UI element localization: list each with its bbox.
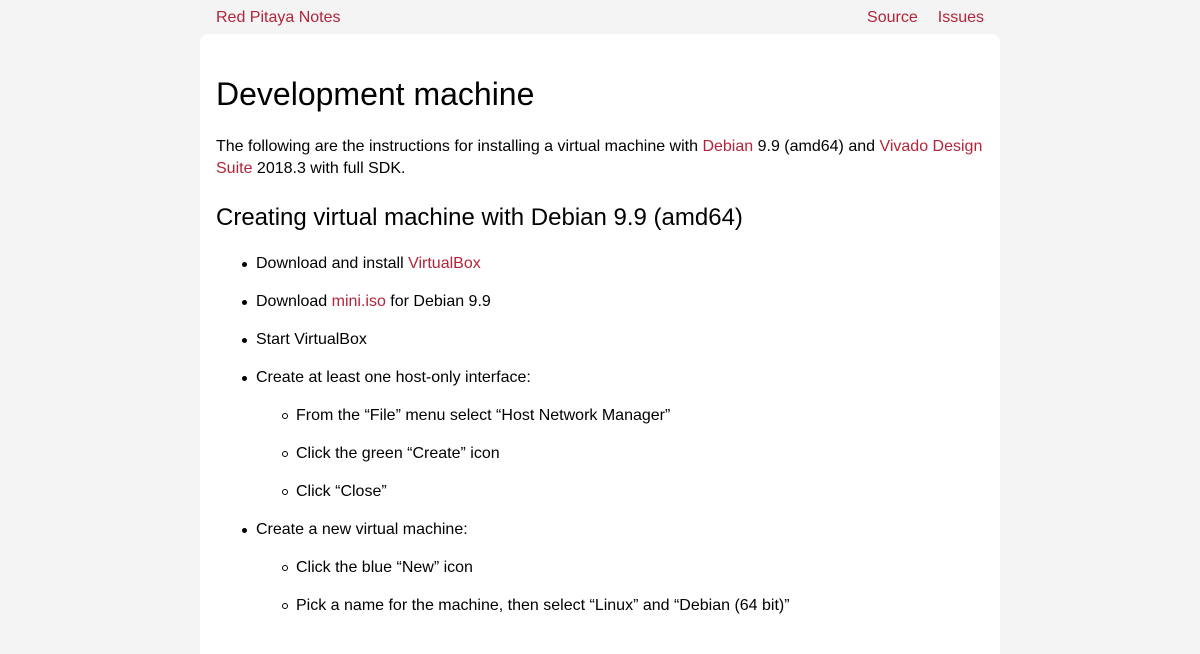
sub-list-item-text: Pick a name for the machine, then select… bbox=[296, 597, 790, 614]
sub-list-item: Click “Close” bbox=[282, 482, 387, 502]
nav-source-link[interactable]: Source bbox=[867, 8, 918, 28]
sub-list-item-text: Click the blue “New” icon bbox=[296, 559, 473, 576]
sub-list-item: From the “File” menu select “Host Networ… bbox=[282, 406, 671, 426]
sub-list-item-text: Click the green “Create” icon bbox=[296, 445, 500, 462]
circle-bullet-icon bbox=[282, 413, 288, 419]
list-item-text: Download and install bbox=[256, 255, 409, 272]
sub-list-item: Click the blue “New” icon bbox=[282, 558, 473, 578]
sub-list-item: Click the green “Create” icon bbox=[282, 444, 500, 464]
list-item: Start VirtualBox bbox=[242, 330, 367, 350]
content-card: Development machine The following are th… bbox=[200, 34, 1000, 654]
bullet-icon bbox=[242, 528, 247, 533]
sub-list-item-text: Click “Close” bbox=[296, 483, 387, 500]
debian-link[interactable]: Debian bbox=[702, 138, 753, 155]
list-item: Download and install VirtualBox bbox=[242, 254, 481, 274]
top-nav: Source Issues bbox=[867, 8, 984, 28]
list-item-text: Create at least one host-only interface: bbox=[256, 369, 531, 386]
list-item: Create at least one host-only interface: bbox=[242, 368, 531, 388]
list-item-text: Start VirtualBox bbox=[256, 331, 367, 348]
bullet-icon bbox=[242, 262, 247, 267]
nav-issues-link[interactable]: Issues bbox=[938, 8, 984, 28]
intro-text-1: The following are the instructions for i… bbox=[216, 138, 703, 155]
intro-text-3: 2018.3 with full SDK. bbox=[252, 160, 406, 177]
list-item: Download mini.iso for Debian 9.9 bbox=[242, 292, 491, 312]
bullet-icon bbox=[242, 338, 247, 343]
mini-iso-link[interactable]: mini.iso bbox=[332, 293, 386, 310]
intro-paragraph: The following are the instructions for i… bbox=[216, 136, 984, 180]
page-title: Development machine bbox=[216, 76, 535, 112]
bullet-icon bbox=[242, 300, 247, 305]
sub-list-item: Pick a name for the machine, then select… bbox=[282, 596, 790, 616]
list-item-text: for Debian 9.9 bbox=[385, 293, 491, 310]
site-brand-link[interactable]: Red Pitaya Notes bbox=[216, 8, 341, 28]
list-item-text: Download bbox=[256, 293, 332, 310]
circle-bullet-icon bbox=[282, 603, 288, 609]
virtualbox-link[interactable]: VirtualBox bbox=[408, 255, 481, 272]
circle-bullet-icon bbox=[282, 451, 288, 457]
section-heading: Creating virtual machine with Debian 9.9… bbox=[216, 204, 743, 231]
list-item-text: Create a new virtual machine: bbox=[256, 521, 468, 538]
bullet-icon bbox=[242, 376, 247, 381]
circle-bullet-icon bbox=[282, 489, 288, 495]
circle-bullet-icon bbox=[282, 565, 288, 571]
top-bar: Red Pitaya Notes Source Issues bbox=[0, 0, 1200, 34]
sub-list-item-text: From the “File” menu select “Host Networ… bbox=[296, 407, 671, 424]
list-item: Create a new virtual machine: bbox=[242, 520, 468, 540]
intro-text-2: 9.9 (amd64) and bbox=[753, 138, 880, 155]
